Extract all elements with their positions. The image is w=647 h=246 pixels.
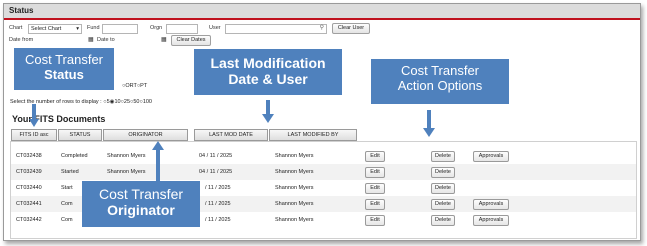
rows-option-25[interactable]: ○25 bbox=[121, 99, 130, 105]
delete-button[interactable]: Delete bbox=[431, 167, 455, 178]
status-window: Status Chart Select Chart ▾ Fund Orgn Us… bbox=[3, 3, 641, 241]
arrow-up-icon bbox=[152, 141, 164, 181]
approvals-button[interactable]: Approvals bbox=[473, 215, 509, 226]
orgn-input[interactable] bbox=[166, 24, 198, 34]
rows-option-100[interactable]: ○100 bbox=[139, 99, 152, 105]
callout-last-mod-line2: Date & User bbox=[228, 71, 308, 88]
callout-last-mod: Last Modification Date & User bbox=[194, 49, 342, 95]
status-radio-group[interactable]: ○ORT○PT bbox=[122, 83, 147, 89]
callout-actions-line1: Cost Transfer bbox=[400, 63, 480, 78]
table-row: CT032438 Completed Shannon Myers 04 / 11… bbox=[11, 148, 636, 164]
originator-cell: Shannon Myers bbox=[107, 153, 146, 159]
column-header-last-mod-date[interactable]: LAST MOD DATE bbox=[194, 129, 268, 141]
fits-id-cell[interactable]: CT032442 bbox=[16, 217, 42, 223]
arrow-down-icon bbox=[29, 104, 39, 127]
arrow-down-icon bbox=[423, 110, 435, 137]
delete-button[interactable]: Delete bbox=[431, 151, 455, 162]
approvals-button[interactable]: Approvals bbox=[473, 151, 509, 162]
arrow-down-icon bbox=[262, 100, 274, 123]
modified-by-cell: Shannon Myers bbox=[275, 169, 314, 175]
modified-by-cell: Shannon Myers bbox=[275, 201, 314, 207]
callout-originator-line2: Originator bbox=[107, 202, 175, 219]
fund-label: Fund bbox=[87, 25, 100, 31]
date-to-label: Date to bbox=[97, 37, 115, 43]
column-header-originator[interactable]: ORIGINATOR bbox=[103, 129, 188, 141]
pt-radio-label: PT bbox=[140, 83, 148, 89]
documents-title: Your FITS Documents bbox=[12, 114, 106, 124]
date-cell: / 11 / 2025 bbox=[205, 185, 231, 191]
delete-button[interactable]: Delete bbox=[431, 215, 455, 226]
edit-button[interactable]: Edit bbox=[365, 183, 385, 194]
edit-button[interactable]: Edit bbox=[365, 167, 385, 178]
callout-last-mod-line1: Last Modification bbox=[210, 55, 326, 71]
clear-user-button[interactable]: Clear User bbox=[332, 23, 370, 34]
status-cell: Started bbox=[61, 169, 79, 175]
date-cell: 04 / 11 / 2025 bbox=[199, 169, 233, 175]
table-row: CT032439 Started Shannon Myers 04 / 11 /… bbox=[11, 164, 636, 180]
delete-button[interactable]: Delete bbox=[431, 199, 455, 210]
callout-actions: Cost Transfer Action Options bbox=[371, 59, 509, 104]
column-header-status[interactable]: STATUS bbox=[58, 129, 102, 141]
chevron-down-icon: ▾ bbox=[76, 26, 79, 32]
rows-label: Select the number of rows to display : bbox=[10, 99, 102, 105]
date-cell: / 11 / 2025 bbox=[205, 201, 231, 207]
orgn-label: Orgn bbox=[150, 25, 163, 31]
callout-originator: Cost Transfer Originator bbox=[82, 181, 200, 227]
rows-option-10[interactable]: ◉10 bbox=[110, 99, 121, 105]
modified-by-cell: Shannon Myers bbox=[275, 153, 314, 159]
chart-select[interactable]: Select Chart ▾ bbox=[28, 24, 82, 34]
edit-button[interactable]: Edit bbox=[365, 215, 385, 226]
page-title: Status bbox=[4, 4, 640, 20]
fits-id-cell[interactable]: CT032438 bbox=[16, 153, 42, 159]
fund-input[interactable] bbox=[102, 24, 138, 34]
status-cell: Com bbox=[61, 201, 73, 207]
status-cell: Com bbox=[61, 217, 73, 223]
date-cell: / 11 / 2025 bbox=[205, 217, 231, 223]
fits-id-cell[interactable]: CT032439 bbox=[16, 169, 42, 175]
delete-button[interactable]: Delete bbox=[431, 183, 455, 194]
chart-label: Chart bbox=[9, 25, 23, 31]
date-from-label: Date from bbox=[9, 37, 34, 43]
user-label: User bbox=[209, 25, 221, 31]
fits-id-cell[interactable]: CT032440 bbox=[16, 185, 42, 191]
callout-originator-line1: Cost Transfer bbox=[98, 186, 184, 202]
clear-dates-button[interactable]: Clear Dates bbox=[171, 35, 211, 46]
chart-select-value: Select Chart bbox=[31, 26, 62, 32]
callout-status: Cost Transfer Status bbox=[14, 48, 114, 90]
edit-button[interactable]: Edit bbox=[365, 151, 385, 162]
fits-id-cell[interactable]: CT032441 bbox=[16, 201, 42, 207]
approvals-button[interactable]: Approvals bbox=[473, 199, 509, 210]
status-cell: Completed bbox=[61, 153, 88, 159]
calendar-icon[interactable]: ▦ bbox=[161, 36, 167, 43]
edit-button[interactable]: Edit bbox=[365, 199, 385, 210]
modified-by-cell: Shannon Myers bbox=[275, 185, 314, 191]
column-header-fits-id[interactable]: FITS ID asc bbox=[11, 129, 57, 141]
modified-by-cell: Shannon Myers bbox=[275, 217, 314, 223]
callout-status-line1: Cost Transfer bbox=[24, 52, 104, 67]
user-input[interactable]: ⚲ bbox=[225, 24, 327, 34]
callout-actions-line2: Action Options bbox=[397, 77, 483, 93]
search-icon[interactable]: ⚲ bbox=[320, 24, 324, 31]
originator-cell: Shannon Myers bbox=[107, 169, 146, 175]
status-cell: Start bbox=[61, 185, 73, 191]
column-header-last-modified-by[interactable]: LAST MODIFIED BY bbox=[269, 129, 357, 141]
date-cell: 04 / 11 / 2025 bbox=[199, 153, 233, 159]
status-radio-label: ORT bbox=[125, 83, 137, 89]
calendar-icon[interactable]: ▦ bbox=[88, 36, 94, 43]
callout-status-line2: Status bbox=[44, 66, 84, 82]
